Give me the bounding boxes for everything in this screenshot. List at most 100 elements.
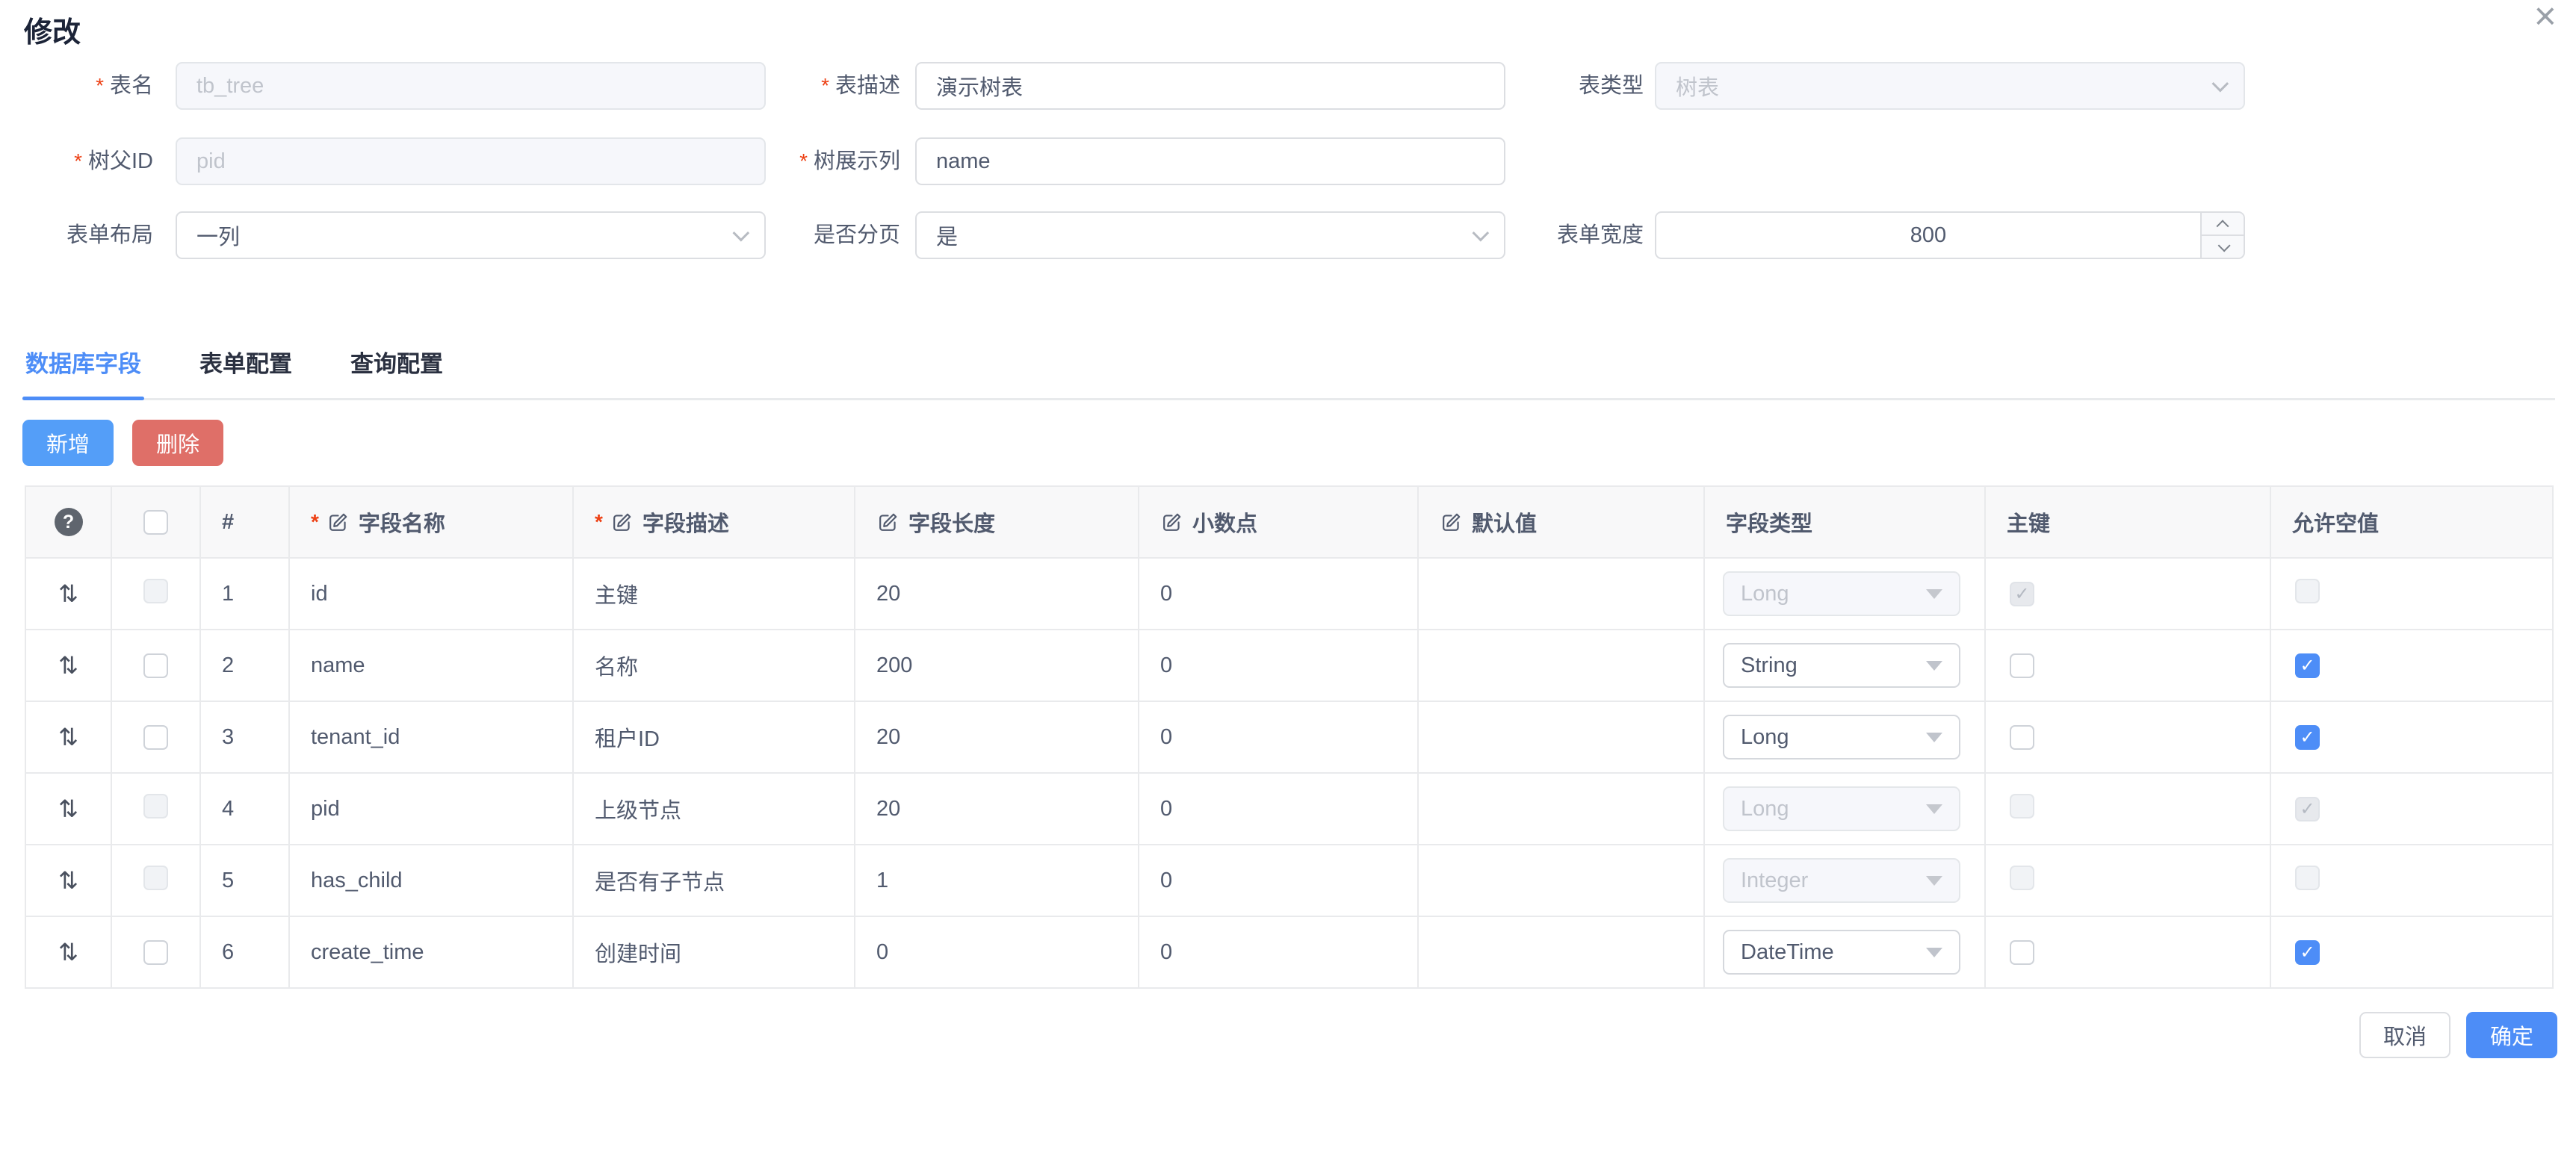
stepper-up-icon[interactable] — [2202, 213, 2244, 234]
field-name-cell[interactable]: create_time — [289, 916, 573, 988]
nullable-checkbox[interactable]: ✓ — [2295, 940, 2320, 965]
decimal-point-cell[interactable]: 0 — [1139, 773, 1418, 845]
primary-key-checkbox[interactable]: ✓ — [2010, 725, 2034, 750]
delete-button[interactable]: 删除 — [132, 420, 223, 466]
drag-sort-icon[interactable]: ⇅ — [58, 580, 78, 608]
tab-bar: 数据库字段 表单配置 查询配置 — [22, 345, 2555, 400]
row-select-checkbox[interactable]: ✓ — [143, 653, 168, 678]
decimal-point-cell[interactable]: 0 — [1139, 630, 1418, 701]
field-name-cell[interactable]: name — [289, 630, 573, 701]
check-icon: ✓ — [2300, 656, 2315, 674]
default-value-cell[interactable] — [1418, 701, 1704, 773]
row-select-checkbox — [143, 794, 168, 818]
check-icon: ✓ — [2300, 800, 2315, 818]
required-asterisk: * — [74, 149, 82, 173]
field-length-cell[interactable]: 200 — [855, 630, 1139, 701]
tab-form-config[interactable]: 表单配置 — [196, 345, 295, 398]
field-name-cell[interactable]: tenant_id — [289, 701, 573, 773]
decimal-point-cell[interactable]: 0 — [1139, 701, 1418, 773]
field-type-select[interactable]: String — [1723, 643, 1960, 688]
table-desc-input[interactable]: 演示树表 — [915, 62, 1505, 110]
check-icon: ✓ — [2014, 656, 2029, 674]
default-value-cell[interactable] — [1418, 916, 1704, 988]
check-icon: ✓ — [2014, 728, 2029, 746]
field-name-cell[interactable]: has_child — [289, 845, 573, 916]
row-select-checkbox — [143, 579, 168, 603]
field-desc-cell[interactable]: 是否有子节点 — [573, 845, 855, 916]
field-length-cell[interactable]: 0 — [855, 916, 1139, 988]
field-desc-cell[interactable]: 上级节点 — [573, 773, 855, 845]
drag-sort-icon[interactable]: ⇅ — [58, 651, 78, 680]
field-type-select[interactable]: DateTime — [1723, 930, 1960, 975]
tree-parent-label: *树父ID — [0, 137, 153, 185]
table-row: ⇅✓6create_time创建时间00DateTime✓✓ — [25, 916, 2553, 988]
drag-sort-icon[interactable]: ⇅ — [58, 723, 78, 751]
row-select-cell: ✓ — [111, 630, 200, 701]
field-desc-cell[interactable]: 主键 — [573, 558, 855, 630]
add-button[interactable]: 新增 — [22, 420, 114, 466]
form-width-input[interactable]: 800 — [1655, 211, 2245, 259]
default-value-cell[interactable] — [1418, 845, 1704, 916]
decimal-point-cell[interactable]: 0 — [1139, 845, 1418, 916]
field-name-cell[interactable]: id — [289, 558, 573, 630]
primary-key-checkbox: ✓ — [2010, 582, 2034, 606]
dialog-title: 修改 — [24, 9, 81, 50]
drag-sort-cell: ⇅ — [25, 845, 111, 916]
required-asterisk: * — [595, 510, 603, 534]
nullable-checkbox[interactable]: ✓ — [2295, 725, 2320, 750]
field-type-select: Long — [1723, 786, 1960, 831]
number-stepper — [2200, 213, 2244, 258]
nullable-checkbox[interactable]: ✓ — [2295, 653, 2320, 678]
pagination-label: 是否分页 — [732, 211, 900, 259]
form-row-2: *树父ID pid *树展示列 name — [0, 137, 2576, 185]
field-type-cell: Long — [1704, 773, 1985, 845]
field-length-cell[interactable]: 20 — [855, 558, 1139, 630]
field-length-cell[interactable]: 1 — [855, 845, 1139, 916]
nullable-cell — [2270, 845, 2553, 916]
pagination-select[interactable]: 是 — [915, 211, 1505, 259]
tab-database-fields[interactable]: 数据库字段 — [22, 345, 144, 398]
field-desc-cell[interactable]: 租户ID — [573, 701, 855, 773]
caret-down-icon — [1926, 804, 1942, 814]
drag-sort-icon[interactable]: ⇅ — [58, 866, 78, 895]
nullable-checkbox — [2295, 866, 2320, 890]
drag-sort-icon[interactable]: ⇅ — [58, 795, 78, 823]
primary-key-checkbox[interactable]: ✓ — [2010, 940, 2034, 965]
drag-sort-icon[interactable]: ⇅ — [58, 938, 78, 966]
drag-sort-cell: ⇅ — [25, 701, 111, 773]
cancel-button[interactable]: 取消 — [2359, 1012, 2450, 1058]
default-value-cell[interactable] — [1418, 630, 1704, 701]
tree-display-input[interactable]: name — [915, 137, 1505, 185]
decimal-point-cell[interactable]: 0 — [1139, 916, 1418, 988]
drag-sort-cell: ⇅ — [25, 916, 111, 988]
row-select-checkbox[interactable]: ✓ — [143, 725, 168, 750]
required-asterisk: * — [821, 74, 829, 97]
row-index-cell: 6 — [200, 916, 289, 988]
primary-key-checkbox[interactable]: ✓ — [2010, 653, 2034, 678]
nullable-cell: ✓ — [2270, 630, 2553, 701]
check-icon: ✓ — [2300, 943, 2315, 961]
help-icon[interactable]: ? — [55, 508, 83, 536]
close-icon[interactable]: × — [2534, 0, 2557, 36]
row-select-cell — [111, 558, 200, 630]
column-header-7: 默认值 — [1418, 486, 1704, 558]
field-length-cell[interactable]: 20 — [855, 701, 1139, 773]
row-select-checkbox[interactable]: ✓ — [143, 940, 168, 965]
field-desc-cell[interactable]: 创建时间 — [573, 916, 855, 988]
ok-button[interactable]: 确定 — [2466, 1012, 2557, 1058]
stepper-down-icon[interactable] — [2202, 234, 2244, 258]
field-name-cell[interactable]: pid — [289, 773, 573, 845]
tab-query-config[interactable]: 查询配置 — [347, 345, 446, 398]
default-value-cell[interactable] — [1418, 558, 1704, 630]
edit-icon — [326, 511, 350, 534]
decimal-point-cell[interactable]: 0 — [1139, 558, 1418, 630]
field-type-select[interactable]: Long — [1723, 715, 1960, 759]
default-value-cell[interactable] — [1418, 773, 1704, 845]
field-desc-cell[interactable]: 名称 — [573, 630, 855, 701]
select-all-checkbox[interactable]: ✓ — [143, 510, 168, 535]
form-layout-select[interactable]: 一列 — [176, 211, 766, 259]
form-row-3: 表单布局 一列 是否分页 是 表单宽度 800 — [0, 211, 2576, 259]
check-icon: ✓ — [2014, 585, 2029, 603]
required-asterisk: * — [96, 74, 104, 97]
field-length-cell[interactable]: 20 — [855, 773, 1139, 845]
